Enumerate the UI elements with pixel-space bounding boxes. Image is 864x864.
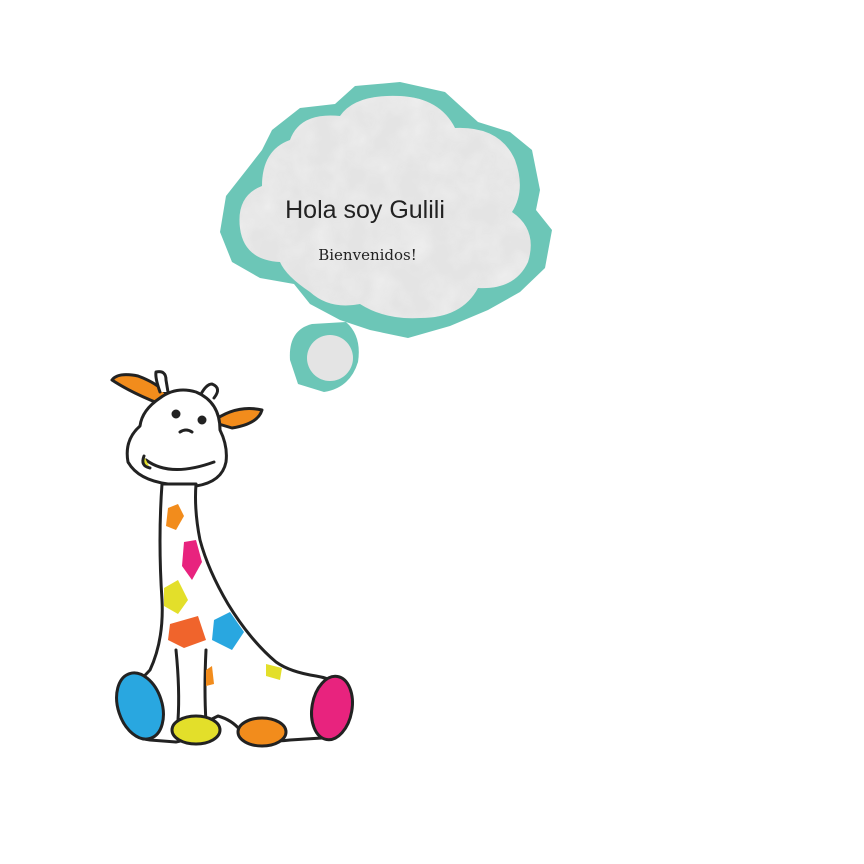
stage: Hola soy Gulili Bienvenidos!: [0, 0, 864, 864]
head: [125, 388, 228, 488]
foot-orange: [236, 716, 288, 748]
giraffe-icon: [110, 370, 354, 748]
foot-yellow: [170, 714, 222, 746]
